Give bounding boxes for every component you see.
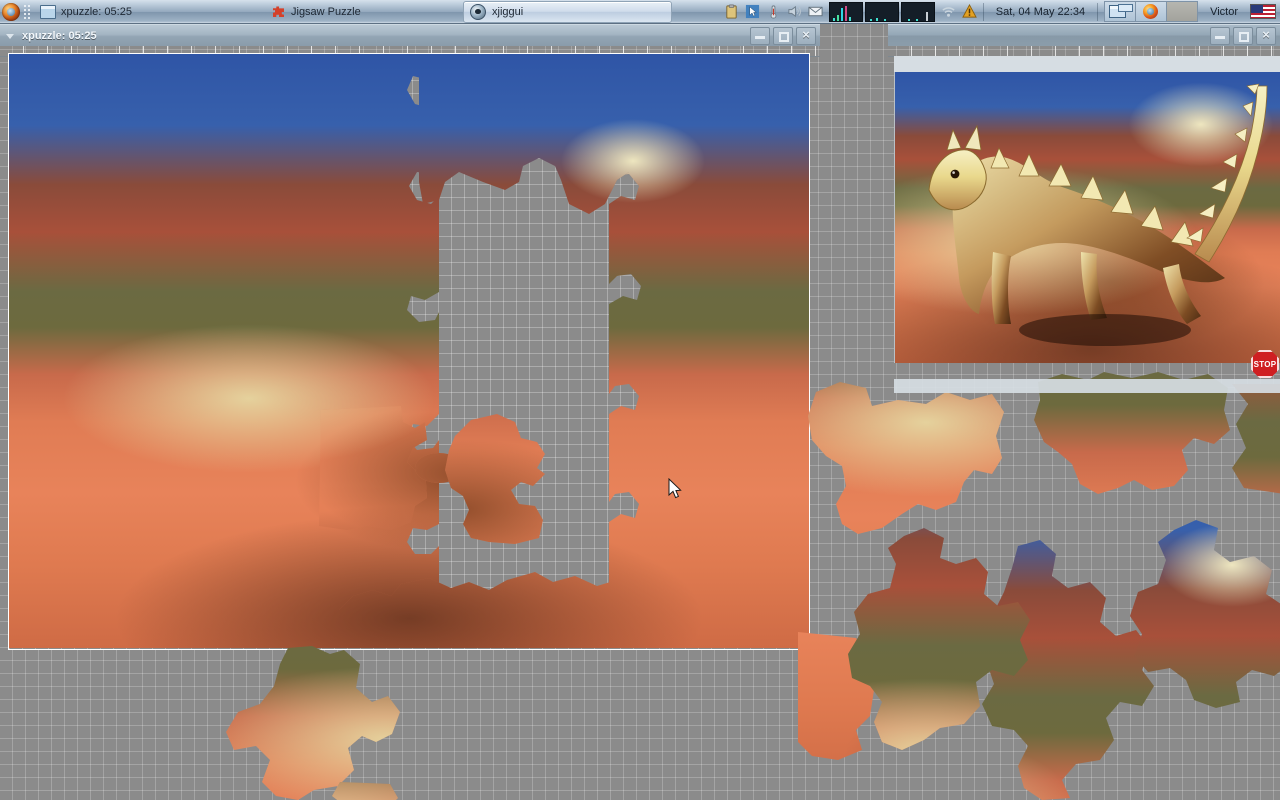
warning-icon[interactable] xyxy=(961,4,977,19)
mail-icon[interactable] xyxy=(808,4,823,19)
xpuzzle-window-buttons: × xyxy=(750,26,816,45)
user-label[interactable]: Victor xyxy=(1204,6,1244,18)
window-icon xyxy=(40,4,56,19)
preview-top-margin xyxy=(894,56,1280,72)
taskbar-button-xjiggui[interactable]: xjiggui xyxy=(463,0,672,23)
thermometer-icon[interactable] xyxy=(766,4,781,19)
taskbar-button-xpuzzle[interactable]: xpuzzle: 05:25 xyxy=(34,2,206,22)
stop-button[interactable]: STOP xyxy=(1251,350,1279,378)
taskbar-label-xpuzzle: xpuzzle: 05:25 xyxy=(61,5,132,18)
loose-piece-spiny[interactable] xyxy=(445,414,545,544)
photo-fragment xyxy=(419,54,629,214)
tray-separator-2 xyxy=(1097,2,1099,21)
pager-window-b xyxy=(1118,4,1134,12)
photo-fragment xyxy=(9,54,439,648)
taskbar-label-xjiggui: xjiggui xyxy=(492,5,524,18)
taskbar-drag-handle[interactable] xyxy=(23,3,31,20)
system-tray: Sat, 04 May 22:34 Victor xyxy=(720,0,1280,24)
workspace-pager[interactable] xyxy=(1104,1,1199,22)
desktop-piece-9[interactable] xyxy=(332,782,398,800)
taskbar: xpuzzle: 05:25 Jigsaw Puzzle xjiggui Sat… xyxy=(0,0,1280,24)
screen: xpuzzle: 05:25 Jigsaw Puzzle xjiggui Sat… xyxy=(0,0,1280,800)
preview-window-buttons: × xyxy=(1210,26,1276,45)
us-flag-icon[interactable] xyxy=(1250,4,1276,19)
start-menu-orb[interactable] xyxy=(2,2,20,21)
tray-separator xyxy=(982,2,984,21)
preview-close-button[interactable]: × xyxy=(1256,26,1276,45)
photo-fragment xyxy=(609,54,809,648)
close-button[interactable]: × xyxy=(796,26,816,45)
xpuzzle-title-text: xpuzzle: 05:25 xyxy=(22,29,97,42)
volume-icon[interactable] xyxy=(787,4,802,19)
puzzle-icon xyxy=(272,5,285,18)
system-monitor-widgets[interactable] xyxy=(828,1,935,22)
taskbar-button-jigsaw-puzzle[interactable]: Jigsaw Puzzle xyxy=(266,2,453,22)
clipboard-icon[interactable] xyxy=(724,4,739,19)
memory-monitor xyxy=(900,1,935,22)
preview-bottom-margin xyxy=(894,379,1280,393)
assembled-top-strip[interactable] xyxy=(419,54,629,214)
chevron-down-icon[interactable] xyxy=(4,30,16,42)
workspace-3[interactable] xyxy=(1167,2,1198,21)
stop-button-label: STOP xyxy=(1253,359,1277,369)
network-monitor xyxy=(864,1,899,22)
pointer-icon[interactable] xyxy=(745,4,760,19)
preview-title-bar[interactable]: × xyxy=(888,24,1280,46)
lizard-silhouette xyxy=(928,83,1268,346)
paw-icon xyxy=(470,3,486,20)
wifi-icon[interactable] xyxy=(941,4,956,19)
minimize-button[interactable] xyxy=(750,26,770,45)
preview-maximize-button[interactable] xyxy=(1233,26,1253,45)
clock[interactable]: Sat, 04 May 22:34 xyxy=(990,6,1091,18)
xpuzzle-window: xpuzzle: 05:25 × xyxy=(0,24,820,658)
cpu-monitor xyxy=(828,1,863,22)
puzzle-board[interactable] xyxy=(8,53,810,650)
assembled-right-column[interactable] xyxy=(609,54,809,648)
firefox-icon xyxy=(1143,4,1159,19)
workspace-2[interactable] xyxy=(1136,2,1168,21)
maximize-button[interactable] xyxy=(773,26,793,45)
reference-image[interactable] xyxy=(894,72,1280,363)
workspace-1[interactable] xyxy=(1105,2,1137,21)
photo-fragment xyxy=(332,782,398,800)
xpuzzle-title-bar[interactable]: xpuzzle: 05:25 × xyxy=(0,24,820,46)
preview-minimize-button[interactable] xyxy=(1210,26,1230,45)
taskbar-label-jigsaw: Jigsaw Puzzle xyxy=(291,5,361,18)
assembled-left-block[interactable] xyxy=(9,54,439,648)
photo-fragment xyxy=(445,414,545,544)
preview-window: × xyxy=(888,24,1280,393)
